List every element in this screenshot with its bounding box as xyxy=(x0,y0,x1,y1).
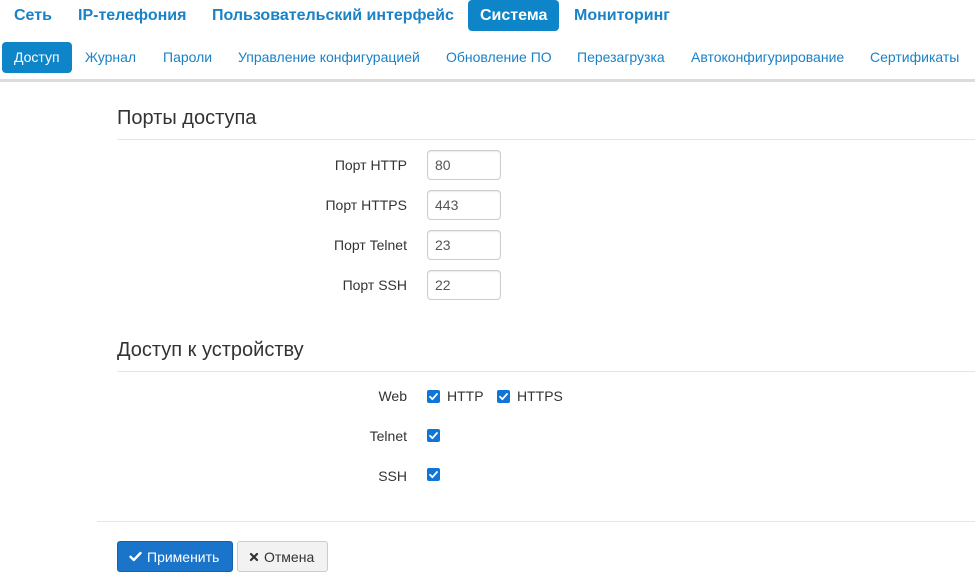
ssh-port-input[interactable] xyxy=(427,270,501,300)
check-icon xyxy=(429,471,438,479)
telnet-access-checkbox[interactable] xyxy=(427,429,440,442)
ssh-access-label: SSH xyxy=(378,468,407,484)
sub-nav: Доступ Журнал Пароли Управление конфигур… xyxy=(0,42,975,82)
ssh-access-checkbox[interactable] xyxy=(427,468,440,481)
http-port-input[interactable] xyxy=(427,150,501,180)
web-access-label: Web xyxy=(378,388,407,404)
https-port-label: Порт HTTPS xyxy=(325,197,407,213)
http-port-label: Порт HTTP xyxy=(334,157,407,173)
tab-autoconfig[interactable]: Автоконфигурирование xyxy=(679,42,856,73)
tab-reboot[interactable]: Перезагрузка xyxy=(565,42,677,73)
https-port-input[interactable] xyxy=(427,190,501,220)
check-icon xyxy=(499,393,508,401)
tab-passwords[interactable]: Пароли xyxy=(151,42,224,73)
check-icon xyxy=(429,393,438,401)
section-divider xyxy=(117,371,975,372)
web-https-label: HTTPS xyxy=(517,388,563,404)
top-nav-ip-telephony[interactable]: IP-телефония xyxy=(66,0,198,31)
tab-config-management[interactable]: Управление конфигурацией xyxy=(226,42,432,73)
top-nav-network[interactable]: Сеть xyxy=(2,0,64,31)
cancel-button[interactable]: Отмена xyxy=(237,541,328,572)
check-icon xyxy=(429,432,438,440)
footer-divider xyxy=(97,521,975,522)
tab-access[interactable]: Доступ xyxy=(2,42,72,73)
web-http-label: HTTP xyxy=(447,388,484,404)
top-nav: Сеть IP-телефония Пользовательский интер… xyxy=(0,0,975,32)
tab-certificates[interactable]: Сертификаты xyxy=(858,42,971,73)
telnet-port-input[interactable] xyxy=(427,230,501,260)
top-nav-monitoring[interactable]: Мониторинг xyxy=(562,0,682,31)
check-icon xyxy=(129,551,142,562)
tab-log[interactable]: Журнал xyxy=(73,42,148,73)
section-title-ports: Порты доступа xyxy=(117,107,257,129)
tab-firmware-update[interactable]: Обновление ПО xyxy=(434,42,564,73)
telnet-port-label: Порт Telnet xyxy=(334,237,407,253)
section-title-device-access: Доступ к устройству xyxy=(117,339,304,361)
close-icon xyxy=(249,552,259,562)
ssh-port-label: Порт SSH xyxy=(342,277,407,293)
apply-button[interactable]: Применить xyxy=(117,541,233,572)
telnet-access-label: Telnet xyxy=(369,428,407,444)
section-divider xyxy=(117,139,975,140)
top-nav-user-interface[interactable]: Пользовательский интерфейс xyxy=(200,0,466,31)
web-https-checkbox[interactable] xyxy=(497,390,510,403)
cancel-button-label: Отмена xyxy=(264,548,315,565)
top-nav-system[interactable]: Система xyxy=(468,0,560,31)
apply-button-label: Применить xyxy=(147,548,220,565)
web-http-checkbox[interactable] xyxy=(427,390,440,403)
